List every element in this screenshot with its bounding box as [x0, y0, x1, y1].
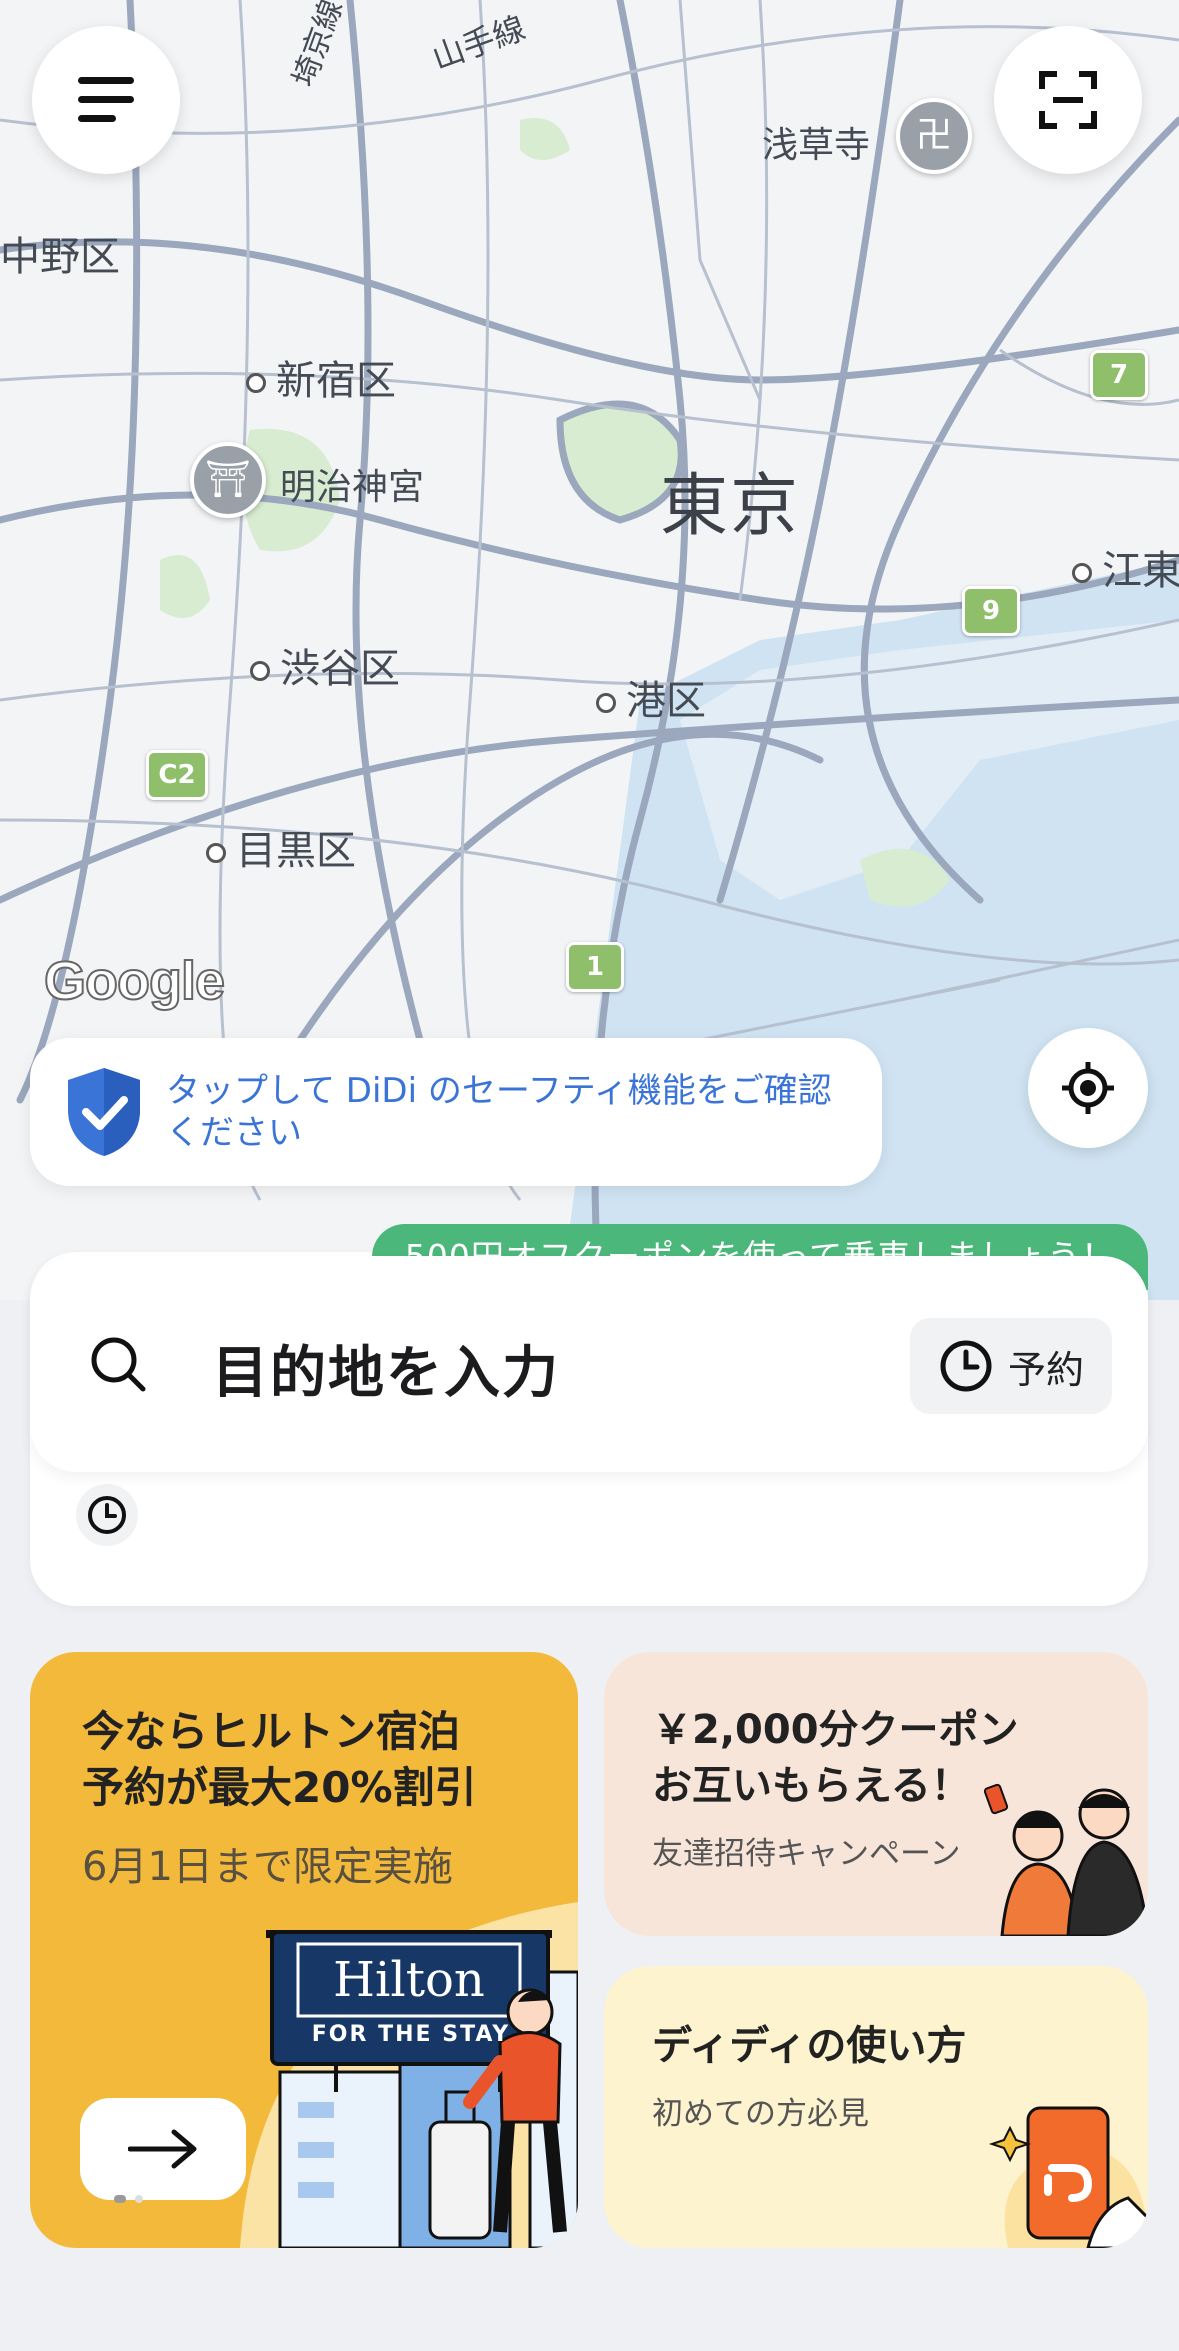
invite-title-line1: ￥2,000分クーポン [652, 1707, 1019, 1753]
hilton-tagline: FOR THE STAY [311, 2022, 511, 2047]
reserve-button[interactable]: 予約 [910, 1318, 1112, 1414]
map-label-shibuya: 渋谷区 [250, 636, 400, 694]
didi-phone-illustration [988, 2106, 1148, 2248]
map-label-shinjuku: 新宿区 [246, 348, 396, 406]
map-label-meguro: 目黒区 [206, 818, 356, 876]
shrine-pin-icon[interactable]: ⛩ [190, 442, 266, 518]
search-icon [91, 1337, 146, 1392]
menu-button[interactable] [32, 26, 180, 174]
temple-pin-icon[interactable]: 卍 [896, 98, 972, 174]
how-to-use-card[interactable]: ディディの使い方 初めての方必見 [604, 1966, 1148, 2248]
hamburger-menu-icon [78, 77, 134, 122]
route-shield-c2: C2 [146, 750, 208, 800]
scan-button[interactable] [994, 26, 1142, 174]
route-shield-7: 7 [1090, 350, 1148, 400]
hilton-logo: Hilton [333, 1952, 485, 2008]
reserve-label: 予約 [1007, 1347, 1084, 1392]
clock-icon [940, 1340, 992, 1392]
arrow-right-icon [128, 2129, 197, 2169]
howto-title: ディディの使い方 [652, 2023, 967, 2069]
safety-text: タップして DiDi のセーフティ機能をご確認ください [166, 1071, 832, 1153]
carousel-dots [114, 2188, 144, 2207]
map-label-tokyo: 東京 [660, 467, 801, 546]
safety-banner[interactable]: タップして DiDi のセーフティ機能をご確認ください [30, 1038, 882, 1186]
map-label-meiji: 明治神宮 [280, 467, 425, 508]
hilton-arrow-button[interactable] [80, 2098, 246, 2200]
friends-illustration [983, 1783, 1148, 1936]
destination-input[interactable]: 目的地を入力 [212, 1328, 560, 1409]
google-logo: Google [43, 950, 226, 1012]
hilton-promo-card[interactable]: 今ならヒルトン宿泊 予約が最大20%割引 6月1日まで限定実施 Hilton F… [30, 1652, 578, 2248]
locate-crosshair-icon [1062, 1062, 1114, 1114]
clock-icon [88, 1496, 126, 1534]
map-label-nakano: 中野区 [0, 234, 120, 280]
howto-subtitle: 初めての方必見 [652, 2096, 869, 2132]
shield-check-icon [68, 1068, 140, 1156]
invite-subtitle: 友達招待キャンペーン [652, 1836, 961, 1872]
map-label-koto: 江東 [1072, 538, 1179, 596]
invite-friends-card[interactable]: ￥2,000分クーポン お互いもらえる！ 友達招待キャンペーン [604, 1652, 1148, 1936]
locate-button[interactable] [1028, 1028, 1148, 1148]
invite-title-line2: お互いもらえる！ [652, 1763, 971, 1809]
map-label-sensoji: 浅草寺 [762, 125, 871, 166]
destination-search[interactable]: 目的地を入力 予約 [30, 1256, 1148, 1472]
scan-frame-icon [1039, 71, 1097, 129]
route-shield-9: 9 [962, 586, 1020, 636]
route-shield-1: 1 [566, 942, 624, 992]
recent-history-button[interactable] [76, 1484, 138, 1546]
map-label-minato: 港区 [596, 668, 706, 726]
